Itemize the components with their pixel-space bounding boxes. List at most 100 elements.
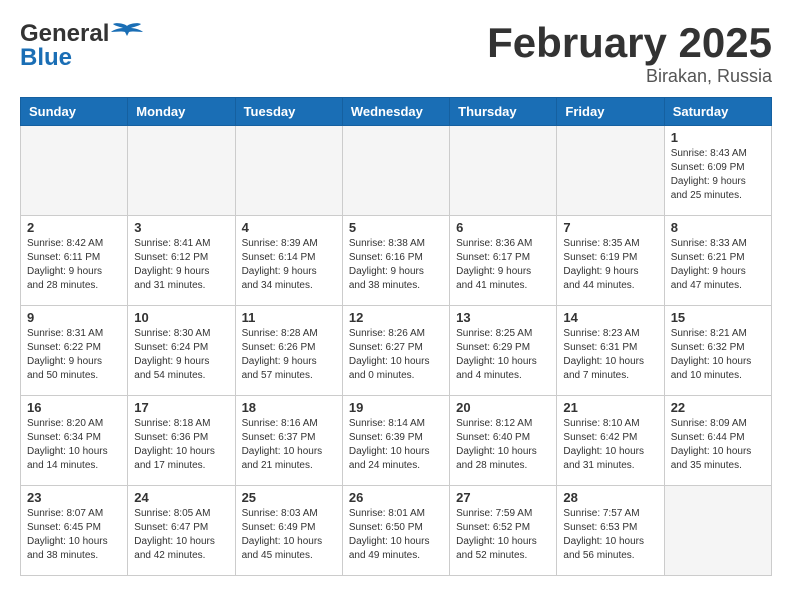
day-info: Sunrise: 8:43 AM Sunset: 6:09 PM Dayligh…	[671, 147, 765, 203]
calendar-table: SundayMondayTuesdayWednesdayThursdayFrid…	[20, 97, 772, 576]
day-info: Sunrise: 8:38 AM Sunset: 6:16 PM Dayligh…	[349, 237, 443, 293]
day-info: Sunrise: 8:12 AM Sunset: 6:40 PM Dayligh…	[456, 417, 550, 473]
month-title: February 2025	[487, 20, 772, 66]
weekday-header-tuesday: Tuesday	[235, 98, 342, 126]
calendar-cell: 26 Sunrise: 8:01 AM Sunset: 6:50 PM Dayli…	[342, 486, 449, 576]
day-number: 16	[27, 400, 121, 415]
page-header: General Blue February 2025 Birakan, Russ…	[20, 20, 772, 87]
day-info: Sunrise: 8:21 AM Sunset: 6:32 PM Dayligh…	[671, 327, 765, 383]
calendar-cell: 11 Sunrise: 8:28 AM Sunset: 6:26 PM Dayli…	[235, 306, 342, 396]
day-number: 3	[134, 220, 228, 235]
weekday-header-monday: Monday	[128, 98, 235, 126]
calendar-cell	[450, 126, 557, 216]
day-number: 6	[456, 220, 550, 235]
calendar-cell: 25 Sunrise: 8:03 AM Sunset: 6:49 PM Dayli…	[235, 486, 342, 576]
calendar-cell: 16 Sunrise: 8:20 AM Sunset: 6:34 PM Dayli…	[21, 396, 128, 486]
day-number: 23	[27, 490, 121, 505]
calendar-cell: 4Sunrise: 8:39 AM Sunset: 6:14 PM Daylig…	[235, 216, 342, 306]
calendar-cell: 21 Sunrise: 8:10 AM Sunset: 6:42 PM Dayli…	[557, 396, 664, 486]
day-info: Sunrise: 8:20 AM Sunset: 6:34 PM Dayligh…	[27, 417, 121, 473]
day-number: 10	[134, 310, 228, 325]
calendar-week-1: 1 Sunrise: 8:43 AM Sunset: 6:09 PM Daylig…	[21, 126, 772, 216]
calendar-week-5: 23 Sunrise: 8:07 AM Sunset: 6:45 PM Dayli…	[21, 486, 772, 576]
day-info: Sunrise: 8:35 AM Sunset: 6:19 PM Dayligh…	[563, 237, 657, 293]
calendar-week-2: 2Sunrise: 8:42 AM Sunset: 6:11 PM Daylig…	[21, 216, 772, 306]
calendar-cell: 23 Sunrise: 8:07 AM Sunset: 6:45 PM Dayli…	[21, 486, 128, 576]
day-info: Sunrise: 8:25 AM Sunset: 6:29 PM Dayligh…	[456, 327, 550, 383]
weekday-header-wednesday: Wednesday	[342, 98, 449, 126]
calendar-cell: 14 Sunrise: 8:23 AM Sunset: 6:31 PM Dayli…	[557, 306, 664, 396]
calendar-cell: 17Sunrise: 8:18 AM Sunset: 6:36 PM Dayli…	[128, 396, 235, 486]
day-number: 4	[242, 220, 336, 235]
day-number: 28	[563, 490, 657, 505]
weekday-header-row: SundayMondayTuesdayWednesdayThursdayFrid…	[21, 98, 772, 126]
day-info: Sunrise: 8:30 AM Sunset: 6:24 PM Dayligh…	[134, 327, 228, 383]
day-info: Sunrise: 8:07 AM Sunset: 6:45 PM Dayligh…	[27, 507, 121, 563]
day-number: 9	[27, 310, 121, 325]
day-info: Sunrise: 8:28 AM Sunset: 6:26 PM Dayligh…	[242, 327, 336, 383]
calendar-cell: 24 Sunrise: 8:05 AM Sunset: 6:47 PM Dayli…	[128, 486, 235, 576]
day-number: 26	[349, 490, 443, 505]
logo-text-block: General Blue	[20, 20, 145, 72]
day-info: Sunrise: 8:09 AM Sunset: 6:44 PM Dayligh…	[671, 417, 765, 473]
weekday-header-thursday: Thursday	[450, 98, 557, 126]
day-info: Sunrise: 8:03 AM Sunset: 6:49 PM Dayligh…	[242, 507, 336, 563]
day-number: 12	[349, 310, 443, 325]
day-info: Sunrise: 8:26 AM Sunset: 6:27 PM Dayligh…	[349, 327, 443, 383]
day-number: 21	[563, 400, 657, 415]
day-number: 13	[456, 310, 550, 325]
title-area: February 2025 Birakan, Russia	[487, 20, 772, 87]
day-number: 19	[349, 400, 443, 415]
day-info: Sunrise: 8:10 AM Sunset: 6:42 PM Dayligh…	[563, 417, 657, 473]
day-number: 20	[456, 400, 550, 415]
day-number: 7	[563, 220, 657, 235]
day-info: Sunrise: 8:14 AM Sunset: 6:39 PM Dayligh…	[349, 417, 443, 473]
day-info: Sunrise: 8:16 AM Sunset: 6:37 PM Dayligh…	[242, 417, 336, 473]
day-number: 2	[27, 220, 121, 235]
day-number: 25	[242, 490, 336, 505]
calendar-week-4: 16 Sunrise: 8:20 AM Sunset: 6:34 PM Dayli…	[21, 396, 772, 486]
location-subtitle: Birakan, Russia	[487, 66, 772, 87]
calendar-cell	[557, 126, 664, 216]
calendar-cell: 2Sunrise: 8:42 AM Sunset: 6:11 PM Daylig…	[21, 216, 128, 306]
day-number: 24	[134, 490, 228, 505]
calendar-cell: 28 Sunrise: 7:57 AM Sunset: 6:53 PM Dayli…	[557, 486, 664, 576]
calendar-cell: 20 Sunrise: 8:12 AM Sunset: 6:40 PM Dayli…	[450, 396, 557, 486]
calendar-cell: 13 Sunrise: 8:25 AM Sunset: 6:29 PM Dayli…	[450, 306, 557, 396]
calendar-cell	[21, 126, 128, 216]
day-number: 5	[349, 220, 443, 235]
calendar-cell	[342, 126, 449, 216]
day-info: Sunrise: 8:36 AM Sunset: 6:17 PM Dayligh…	[456, 237, 550, 293]
calendar-cell: 8 Sunrise: 8:33 AM Sunset: 6:21 PM Daylig…	[664, 216, 771, 306]
day-info: Sunrise: 8:01 AM Sunset: 6:50 PM Dayligh…	[349, 507, 443, 563]
day-number: 14	[563, 310, 657, 325]
day-number: 18	[242, 400, 336, 415]
day-info: Sunrise: 7:59 AM Sunset: 6:52 PM Dayligh…	[456, 507, 550, 563]
calendar-cell: 15 Sunrise: 8:21 AM Sunset: 6:32 PM Dayli…	[664, 306, 771, 396]
day-info: Sunrise: 8:05 AM Sunset: 6:47 PM Dayligh…	[134, 507, 228, 563]
calendar-cell: 9 Sunrise: 8:31 AM Sunset: 6:22 PM Daylig…	[21, 306, 128, 396]
calendar-cell: 10 Sunrise: 8:30 AM Sunset: 6:24 PM Dayli…	[128, 306, 235, 396]
calendar-cell: 19 Sunrise: 8:14 AM Sunset: 6:39 PM Dayli…	[342, 396, 449, 486]
calendar-cell: 1 Sunrise: 8:43 AM Sunset: 6:09 PM Daylig…	[664, 126, 771, 216]
calendar-cell	[235, 126, 342, 216]
day-info: Sunrise: 8:31 AM Sunset: 6:22 PM Dayligh…	[27, 327, 121, 383]
day-info: Sunrise: 8:33 AM Sunset: 6:21 PM Dayligh…	[671, 237, 765, 293]
weekday-header-sunday: Sunday	[21, 98, 128, 126]
day-number: 11	[242, 310, 336, 325]
day-number: 8	[671, 220, 765, 235]
day-number: 15	[671, 310, 765, 325]
day-info: Sunrise: 7:57 AM Sunset: 6:53 PM Dayligh…	[563, 507, 657, 563]
calendar-cell: 18 Sunrise: 8:16 AM Sunset: 6:37 PM Dayli…	[235, 396, 342, 486]
calendar-cell: 22Sunrise: 8:09 AM Sunset: 6:44 PM Dayli…	[664, 396, 771, 486]
calendar-cell: 27 Sunrise: 7:59 AM Sunset: 6:52 PM Dayli…	[450, 486, 557, 576]
calendar-cell	[128, 126, 235, 216]
calendar-cell: 12 Sunrise: 8:26 AM Sunset: 6:27 PM Dayli…	[342, 306, 449, 396]
logo: General Blue	[20, 20, 145, 72]
calendar-cell: 7 Sunrise: 8:35 AM Sunset: 6:19 PM Daylig…	[557, 216, 664, 306]
calendar-cell: 5 Sunrise: 8:38 AM Sunset: 6:16 PM Daylig…	[342, 216, 449, 306]
day-number: 27	[456, 490, 550, 505]
logo-blue: Blue	[20, 44, 72, 72]
day-number: 1	[671, 130, 765, 145]
day-info: Sunrise: 8:23 AM Sunset: 6:31 PM Dayligh…	[563, 327, 657, 383]
